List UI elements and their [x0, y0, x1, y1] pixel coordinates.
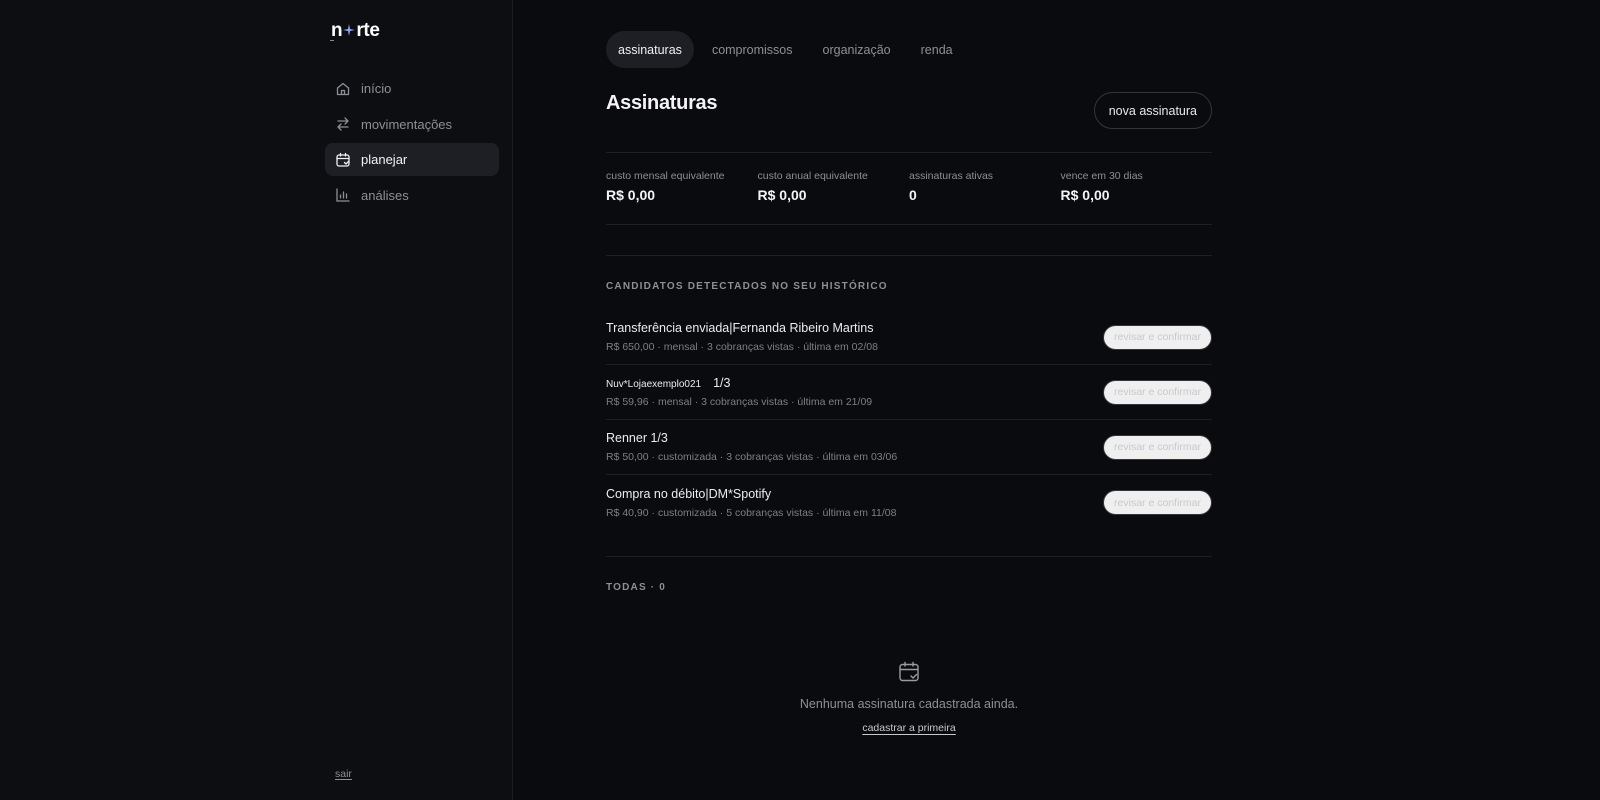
tab-compromissos[interactable]: compromissos: [700, 31, 805, 68]
brand-name-left: n: [331, 20, 343, 41]
empty-state: Nenhuma assinatura cadastrada ainda. cad…: [606, 660, 1212, 736]
stat-value: R$ 0,00: [606, 187, 656, 203]
candidates-list: Transferência enviada|Fernanda Ribeiro M…: [606, 310, 1212, 530]
candidates-section-title: CANDIDATOS DETECTADOS NO SEU HISTÓRICO: [606, 281, 888, 292]
stat-label: custo anual equivalente: [757, 170, 868, 182]
candidate-meta: R$ 40,90 · customizada · 5 cobranças vis…: [606, 506, 897, 519]
bar-chart-icon: [336, 188, 350, 202]
sidebar-item-inicio[interactable]: início: [325, 72, 499, 105]
add-first-link[interactable]: cadastrar a primeira: [862, 722, 955, 734]
brand-name-right: rte: [356, 20, 380, 41]
tab-renda[interactable]: renda: [909, 31, 965, 68]
star-icon: [343, 24, 356, 36]
candidate-name: Renner 1/3: [606, 431, 668, 445]
stats-row: custo mensal equivalente R$ 0,00 custo a…: [606, 170, 1212, 203]
candidate-row: Nuv*Lojaexemplo021 1/3 R$ 59,96 · mensal …: [606, 365, 1212, 420]
page-title: Assinaturas: [606, 92, 718, 114]
candidate-name-main: Nuv*Lojaexemplo021: [606, 379, 702, 390]
candidate-row: Transferência enviada|Fernanda Ribeiro M…: [606, 310, 1212, 365]
review-confirm-button[interactable]: revisar e confirmar: [1103, 379, 1212, 405]
empty-state-text: Nenhuma assinatura cadastrada ainda.: [799, 697, 1019, 711]
divider: [606, 255, 1212, 256]
stat-label: vence em 30 dias: [1060, 170, 1143, 182]
stat-monthly-cost: custo mensal equivalente R$ 0,00: [606, 170, 758, 203]
review-confirm-button[interactable]: revisar e confirmar: [1103, 324, 1212, 350]
candidate-row: Renner 1/3 R$ 50,00 · customizada · 3 co…: [606, 420, 1212, 475]
sidebar-nav: início movimentações planejar análises: [325, 72, 499, 214]
brand-logo[interactable]: n rte: [331, 20, 380, 42]
sidebar-item-label: movimentações: [361, 116, 453, 132]
stat-label: custo mensal equivalente: [606, 170, 725, 182]
tab-assinaturas[interactable]: assinaturas: [606, 31, 694, 68]
calendar-check-icon: [899, 661, 919, 682]
candidate-name: Transferência enviada|Fernanda Ribeiro M…: [606, 321, 874, 335]
sidebar-item-analises[interactable]: análises: [325, 179, 499, 212]
divider: [606, 152, 1212, 153]
candidate-meta: R$ 50,00 · customizada · 3 cobranças vis…: [606, 451, 898, 463]
review-confirm-button[interactable]: revisar e confirmar: [1103, 490, 1212, 515]
all-section-title: TODAS · 0: [606, 582, 667, 593]
tab-bar: assinaturas compromissos organização ren…: [606, 31, 971, 68]
candidate-name: Nuv*Lojaexemplo021 1/3: [606, 376, 872, 390]
sidebar-item-label: início: [361, 81, 392, 96]
candidate-installment: 1/3: [713, 376, 731, 390]
home-icon: [336, 82, 350, 95]
logo-mark: [330, 40, 334, 41]
tab-organizacao[interactable]: organização: [811, 31, 903, 68]
sidebar-item-movimentacoes[interactable]: movimentações: [325, 108, 499, 141]
divider: [606, 556, 1212, 557]
arrows-swap-icon: [337, 117, 349, 131]
candidate-name: Compra no débito|DM*Spotify: [606, 486, 772, 501]
signout-link[interactable]: sair: [335, 768, 352, 780]
sidebar: n rte início movimentações planejar anál…: [0, 0, 513, 800]
candidate-row: Compra no débito|DM*Spotify R$ 40,90 · c…: [606, 475, 1212, 530]
stat-value: R$ 0,00: [1060, 187, 1110, 203]
stat-due-30-days: vence em 30 dias R$ 0,00: [1061, 170, 1213, 203]
stat-annual-cost: custo anual equivalente R$ 0,00: [758, 170, 910, 203]
divider: [606, 224, 1212, 225]
stat-active-subscriptions: assinaturas ativas 0: [909, 170, 1061, 203]
stat-label: assinaturas ativas: [909, 170, 994, 182]
candidate-meta: R$ 650,00 · mensal · 3 cobranças vistas …: [606, 341, 878, 353]
sidebar-item-label: planejar: [361, 152, 408, 167]
new-subscription-button[interactable]: nova assinatura: [1093, 92, 1212, 129]
sidebar-item-label: análises: [361, 187, 409, 203]
stat-value: 0: [909, 187, 917, 203]
calendar-icon: [336, 152, 350, 167]
review-confirm-button[interactable]: revisar e confirmar: [1103, 434, 1212, 460]
candidate-meta: R$ 59,96 · mensal · 3 cobranças vistas ·…: [606, 396, 873, 408]
sidebar-item-planejar[interactable]: planejar: [325, 143, 499, 176]
stat-value: R$ 0,00: [757, 187, 807, 203]
